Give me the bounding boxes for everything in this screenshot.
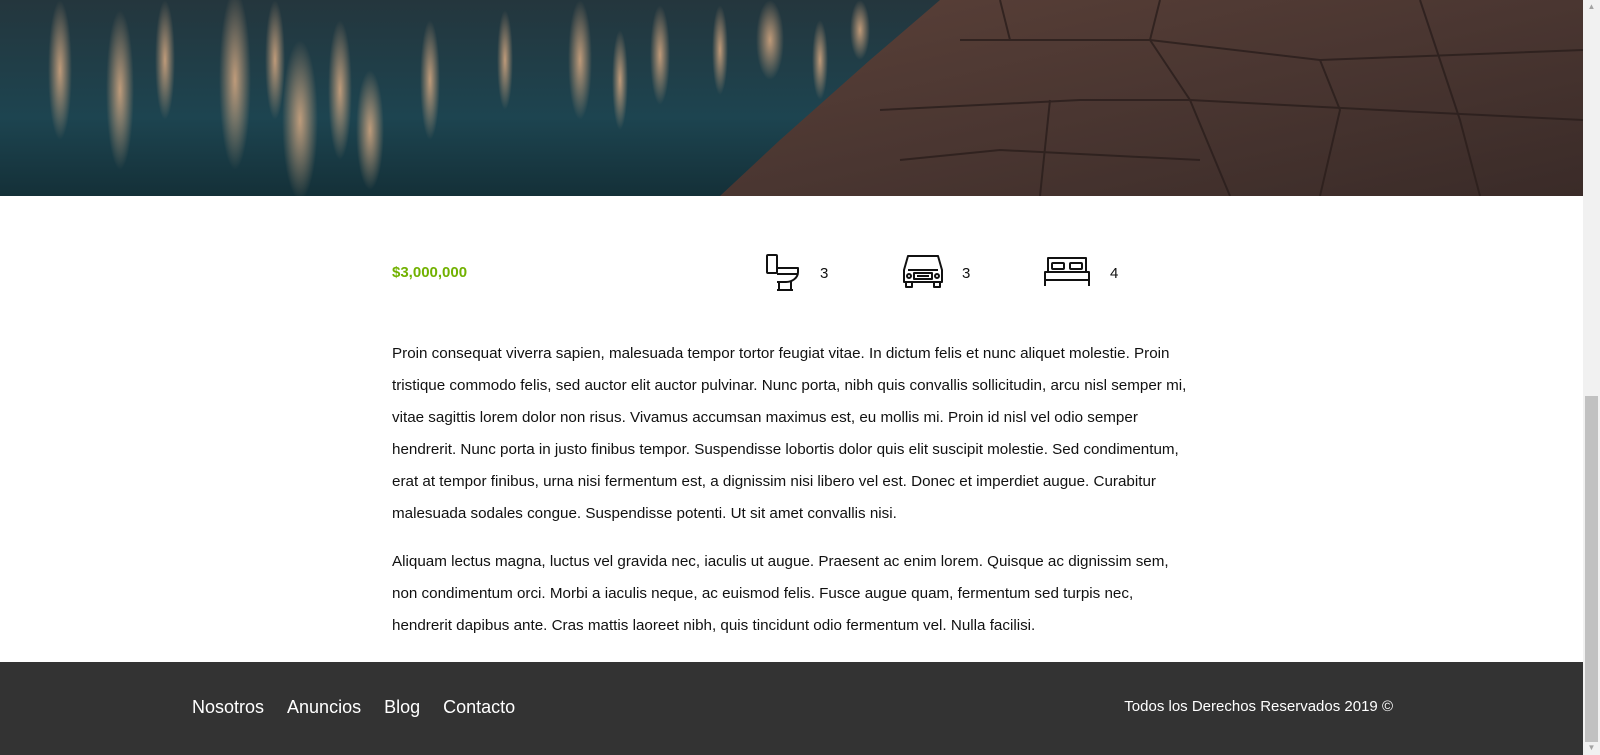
scroll-up-arrow-icon[interactable]: ▲ [1583, 0, 1600, 14]
vertical-scrollbar[interactable]: ▲ ▼ [1583, 0, 1600, 755]
toilet-icon [764, 252, 804, 301]
bed-icon [1042, 252, 1092, 297]
property-summary: $3,000,000 3 3 4 [392, 252, 1182, 296]
footer-nav: Nosotros Anuncios Blog Contacto [192, 697, 515, 718]
property-description: Proin consequat viverra sapien, malesuad… [392, 338, 1192, 658]
bedrooms-count: 4 [1110, 265, 1119, 282]
bathrooms-count: 3 [820, 265, 829, 282]
hero-image [0, 0, 1583, 196]
scroll-down-arrow-icon[interactable]: ▼ [1583, 741, 1600, 755]
parking-count: 3 [962, 265, 971, 282]
scrollbar-thumb[interactable] [1585, 396, 1598, 742]
car-icon [900, 252, 946, 297]
property-price: $3,000,000 [392, 264, 468, 281]
footer-link-blog[interactable]: Blog [384, 697, 420, 718]
footer-link-contacto[interactable]: Contacto [443, 697, 515, 718]
site-footer: Nosotros Anuncios Blog Contacto Todos lo… [0, 662, 1583, 755]
footer-link-anuncios[interactable]: Anuncios [287, 697, 361, 718]
page: $3,000,000 3 3 4 Proin consequat viverra… [0, 0, 1583, 755]
description-paragraph: Aliquam lectus magna, luctus vel gravida… [392, 553, 1169, 634]
footer-link-nosotros[interactable]: Nosotros [192, 697, 264, 718]
description-paragraph: Proin consequat viverra sapien, malesuad… [392, 345, 1187, 522]
copyright-text: Todos los Derechos Reservados 2019 © [1124, 698, 1393, 715]
